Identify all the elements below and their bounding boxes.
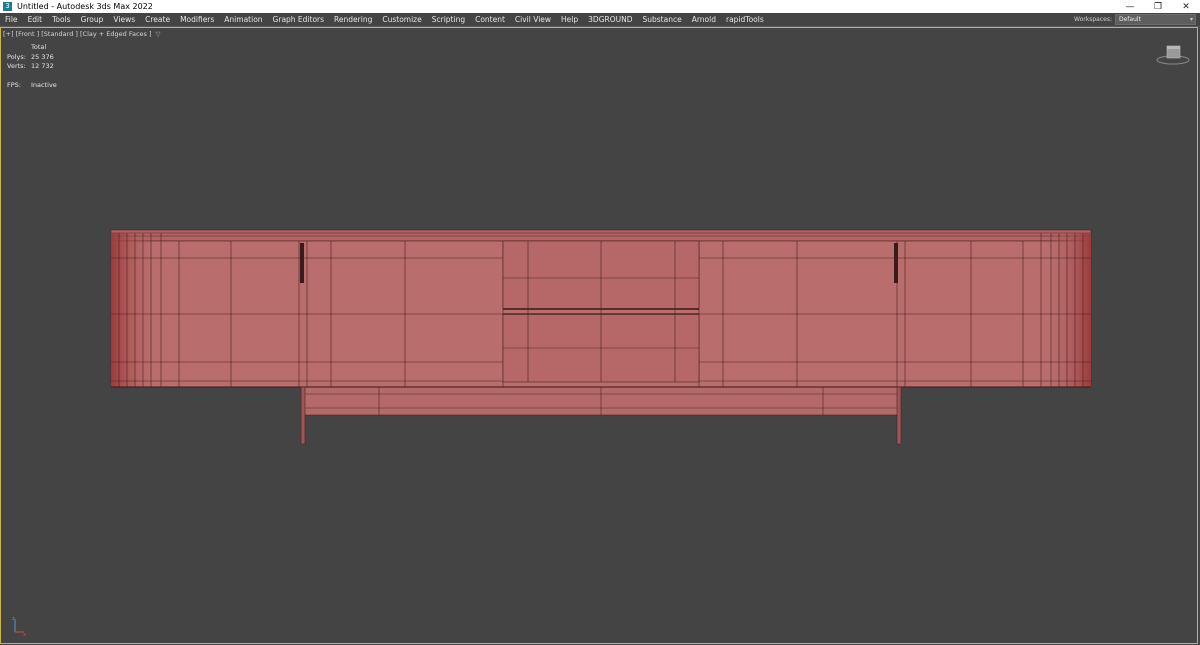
menu-rapidtools[interactable]: rapidTools: [721, 15, 769, 24]
menu-civil-view[interactable]: Civil View: [510, 15, 556, 24]
window-controls: — ❐ ✕: [1116, 0, 1200, 13]
menu-bar: File Edit Tools Group Views Create Modif…: [0, 13, 1200, 27]
menu-customize[interactable]: Customize: [377, 15, 426, 24]
menu-help[interactable]: Help: [556, 15, 583, 24]
menu-modifiers[interactable]: Modifiers: [175, 15, 219, 24]
menu-scripting[interactable]: Scripting: [427, 15, 470, 24]
workspaces-dropdown[interactable]: Default: [1115, 14, 1196, 25]
menu-group[interactable]: Group: [76, 15, 109, 24]
menu-animation[interactable]: Animation: [219, 15, 267, 24]
menu-arnold[interactable]: Arnold: [687, 15, 721, 24]
menu-3dground[interactable]: 3DGROUND: [583, 15, 637, 24]
svg-text:x: x: [23, 632, 26, 638]
workspaces-label: Workspaces:: [1074, 16, 1112, 23]
app-icon: 3: [3, 2, 12, 11]
menu-substance[interactable]: Substance: [638, 15, 687, 24]
minimize-button[interactable]: —: [1116, 0, 1144, 13]
menu-edit[interactable]: Edit: [23, 15, 48, 24]
workspaces-value: Default: [1119, 16, 1141, 23]
window-title: Untitled - Autodesk 3ds Max 2022: [17, 2, 153, 11]
menu-rendering[interactable]: Rendering: [329, 15, 377, 24]
axis-tripod-icon: z x: [12, 616, 26, 638]
close-button[interactable]: ✕: [1172, 0, 1200, 13]
workspace-selector: Workspaces: Default: [1074, 13, 1200, 26]
close-icon: ✕: [1182, 1, 1190, 12]
menu-views[interactable]: Views: [108, 15, 140, 24]
menu-create[interactable]: Create: [140, 15, 175, 24]
svg-text:z: z: [12, 616, 15, 622]
menu-content[interactable]: Content: [470, 15, 510, 24]
minimize-icon: —: [1125, 1, 1135, 12]
restore-button[interactable]: ❐: [1144, 0, 1172, 13]
menu-graph-editors[interactable]: Graph Editors: [268, 15, 330, 24]
menu-tools[interactable]: Tools: [47, 15, 75, 24]
front-viewport[interactable]: [+] [Front ] [Standard ] [Clay + Edged F…: [0, 27, 1198, 644]
title-bar: 3 Untitled - Autodesk 3ds Max 2022 — ❐ ✕: [0, 0, 1200, 13]
sideboard-model[interactable]: [1, 28, 1197, 643]
restore-icon: ❐: [1153, 1, 1163, 12]
menu-file[interactable]: File: [0, 15, 23, 24]
